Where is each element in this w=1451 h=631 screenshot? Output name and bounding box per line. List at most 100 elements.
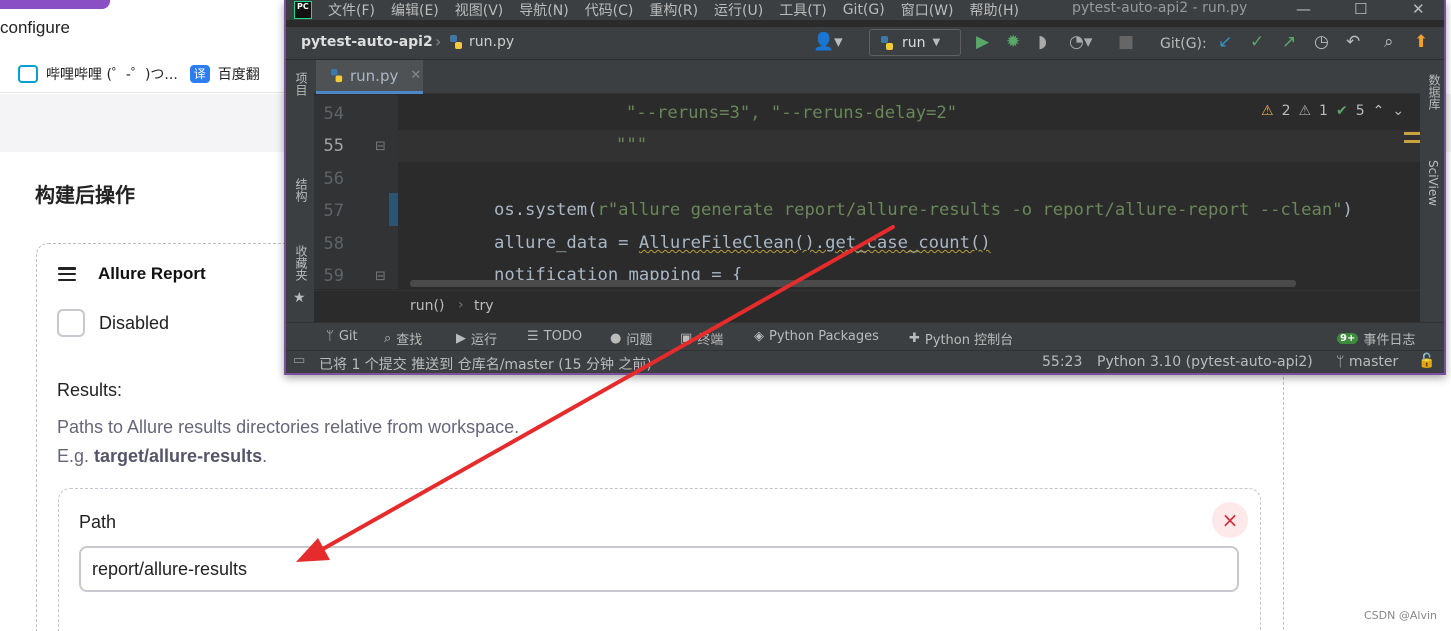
history-icon[interactable]: ◷ <box>1314 32 1329 52</box>
breadcrumb-project[interactable]: pytest-auto-api2 <box>301 34 433 50</box>
chevron-up-icon[interactable]: ⌃ <box>1373 103 1385 119</box>
bilibili-icon <box>18 64 38 83</box>
menu-view[interactable]: 视图(V) <box>455 0 504 20</box>
project-tool-label[interactable]: 项目 <box>293 72 310 96</box>
branch-selector[interactable]: ᛘ master <box>1336 354 1398 370</box>
run-config-selector[interactable]: run ▼ <box>869 29 961 56</box>
favorites-tool-label[interactable]: 收藏夹 <box>293 245 310 281</box>
coverage-icon[interactable]: ◗ <box>1038 32 1047 52</box>
pycharm-logo-icon: PC <box>294 1 312 19</box>
navigation-bar: pytest-auto-api2 › run.py 👤▾ run ▼ ▶ ✹ ◗… <box>286 27 1444 59</box>
fold-icon[interactable]: ⊟ <box>375 269 386 284</box>
minimize-icon[interactable]: — <box>1296 0 1311 18</box>
terminal-icon: ▣ <box>680 331 693 346</box>
tab-close-icon[interactable]: ✕ <box>410 68 421 83</box>
menu-navigate[interactable]: 导航(N) <box>519 0 568 20</box>
menu-bar: PC 文件(F) 编辑(E) 视图(V) 导航(N) 代码(C) 重构(R) 运… <box>286 0 1444 20</box>
inspection-widget[interactable]: ⚠ 2 ⚠ 1 ✔ 5 ⌃ ⌄ <box>1261 103 1404 119</box>
layout-icon[interactable]: ▭ <box>293 353 305 368</box>
tool-git[interactable]: ᛘ Git <box>326 329 358 344</box>
tab-run-py[interactable]: run.py ✕ <box>316 60 423 94</box>
breadcrumb-function[interactable]: run() <box>410 298 444 314</box>
git-update-icon[interactable]: ↙ <box>1218 32 1232 52</box>
tool-python-console[interactable]: ✚ Python 控制台 <box>909 329 1013 348</box>
tool-find[interactable]: ⌕ 查找 <box>384 329 422 348</box>
line-number: 55 <box>323 136 344 156</box>
database-tool-label[interactable]: 数据库 <box>1426 74 1443 110</box>
status-message[interactable]: 已将 1 个提交 推送到 仓库名/master (15 分钟 之前) <box>319 354 652 373</box>
menu-file[interactable]: 文件(F) <box>328 0 375 20</box>
right-tool-strip: 数据库 SciView <box>1420 60 1444 322</box>
breadcrumb-block[interactable]: try <box>474 298 494 314</box>
line-number: 58 <box>323 234 344 254</box>
tool-window-bar: ᛘ Git ⌕ 查找 ▶ 运行 ☰ TODO ● 问题 ▣ 终端 ◈ Python Packa… <box>286 322 1444 350</box>
run-icon[interactable]: ▶ <box>976 32 989 52</box>
menu-run[interactable]: 运行(U) <box>714 0 763 20</box>
section-title: 构建后操作 <box>35 183 135 207</box>
disabled-checkbox[interactable] <box>57 309 85 337</box>
chevron-down-icon[interactable]: ⌄ <box>1392 103 1404 119</box>
code-editor[interactable]: "--reruns=3", "--reruns-delay=2" """ os.… <box>398 95 1420 289</box>
user-icon[interactable]: 👤▾ <box>813 32 843 52</box>
stop-icon[interactable]: ■ <box>1118 32 1134 52</box>
maximize-icon[interactable]: ☐ <box>1354 0 1367 18</box>
rollback-icon[interactable]: ↶ <box>1346 32 1360 52</box>
profile-icon[interactable]: ◔▾ <box>1069 32 1092 52</box>
lock-icon[interactable]: 🔓 <box>1418 353 1435 369</box>
menu-refactor[interactable]: 重构(R) <box>649 0 698 20</box>
address-bar-text[interactable]: configure <box>0 18 70 48</box>
line-number-gutter: 54 55 56 57 58 59 ⊟ ⊟ <box>314 95 399 289</box>
tool-run[interactable]: ▶ 运行 <box>456 329 497 348</box>
path-input[interactable] <box>79 546 1239 592</box>
scroll-marker <box>1404 132 1420 135</box>
menu-tools[interactable]: 工具(T) <box>779 0 826 20</box>
git-branch-icon: ᛘ <box>1336 354 1349 370</box>
horizontal-scrollbar[interactable] <box>410 280 1296 287</box>
search-icon[interactable]: ⌕ <box>1384 32 1394 52</box>
menu-window[interactable]: 窗口(W) <box>901 0 954 20</box>
line-number: 54 <box>323 104 344 124</box>
python-file-icon <box>330 68 343 83</box>
caret-position[interactable]: 55:23 <box>1042 354 1082 370</box>
close-window-icon[interactable]: ✕ <box>1412 0 1425 18</box>
tool-problems[interactable]: ● 问题 <box>610 329 652 348</box>
tab-label: run.py <box>350 66 399 85</box>
line-number: 59 <box>323 266 344 286</box>
menu-edit[interactable]: 编辑(E) <box>391 0 439 20</box>
run-config-label: run <box>902 34 926 51</box>
menu-help[interactable]: 帮助(H) <box>969 0 1018 20</box>
interpreter-selector[interactable]: Python 3.10 (pytest-auto-api2) <box>1097 354 1313 370</box>
sciview-tool-label[interactable]: SciView <box>1426 160 1440 206</box>
tool-todo[interactable]: ☰ TODO <box>527 329 582 344</box>
ok-count: 5 <box>1355 103 1365 119</box>
breadcrumb-separator: › <box>458 297 464 313</box>
list-icon: ☰ <box>527 329 539 344</box>
updates-icon[interactable]: ⬆ <box>1414 32 1428 52</box>
bookmark-bilibili[interactable]: 哔哩哔哩 (゜-゜)つ... <box>18 64 178 84</box>
drag-handle-icon[interactable] <box>58 267 76 281</box>
status-bar: ▭ 已将 1 个提交 推送到 仓库名/master (15 分钟 之前) 55:… <box>286 350 1444 373</box>
bookmark-baidu-translate[interactable]: 译 百度翻 <box>189 64 260 84</box>
caret-row-highlight <box>398 130 1420 162</box>
fold-icon[interactable]: ⊟ <box>375 139 386 154</box>
results-help-line2: E.g. target/allure-results. <box>57 446 268 466</box>
python-file-icon <box>450 35 462 49</box>
bookmarks-bar: 哔哩哔哩 (゜-゜)つ... 译 百度翻 <box>0 55 290 93</box>
debug-icon[interactable]: ✹ <box>1006 32 1020 52</box>
info-icon: ● <box>610 331 622 346</box>
browser-tab-accent <box>0 0 110 9</box>
tool-event-log[interactable]: 9+ 事件日志 <box>1337 329 1415 348</box>
python-console-icon: ✚ <box>909 331 920 346</box>
code-line-57: os.system(r"allure generate report/allur… <box>494 200 1353 220</box>
tool-terminal[interactable]: ▣ 终端 <box>680 329 723 348</box>
git-push-icon[interactable]: ↗ <box>1282 32 1296 52</box>
menu-code[interactable]: 代码(C) <box>585 0 634 20</box>
structure-tool-label[interactable]: 结构 <box>293 178 310 202</box>
warning-count: 2 <box>1281 103 1291 119</box>
menu-git[interactable]: Git(G) <box>843 2 885 18</box>
remove-path-button[interactable]: × <box>1212 502 1248 538</box>
tool-python-packages[interactable]: ◈ Python Packages <box>754 329 879 344</box>
breadcrumb-file[interactable]: run.py <box>469 34 514 50</box>
bookmark-label: 哔哩哔哩 (゜-゜)つ... <box>46 66 178 83</box>
git-commit-icon[interactable]: ✓ <box>1250 32 1264 52</box>
